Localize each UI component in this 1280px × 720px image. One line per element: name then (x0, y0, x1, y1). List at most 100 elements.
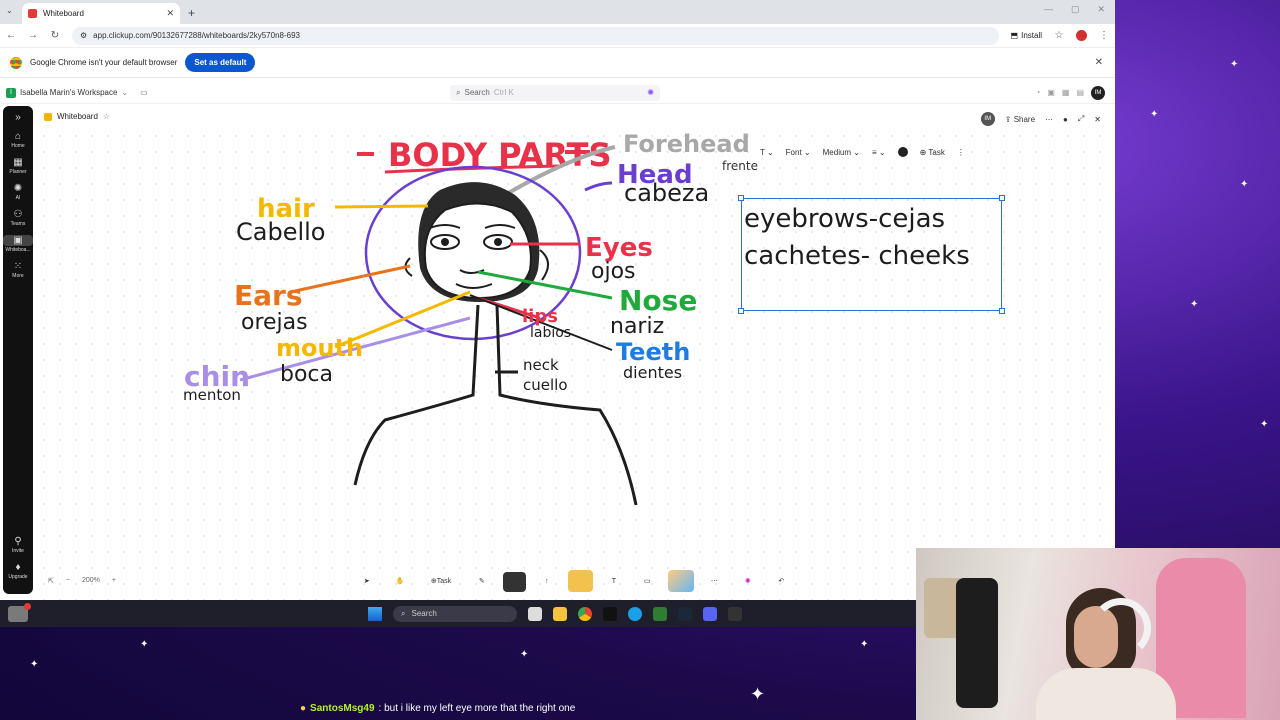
expand-icon[interactable]: ⤢ (1078, 114, 1084, 124)
resize-handle[interactable] (999, 308, 1005, 314)
font-dropdown[interactable]: Font ⌄ (786, 148, 811, 157)
tab-whiteboard[interactable]: Whiteboard ✕ (22, 3, 180, 24)
rail-label: Whiteboa... (5, 247, 31, 253)
sticky-note-tool-icon[interactable] (567, 570, 594, 592)
star-icon: ✦ (1230, 59, 1239, 70)
chat-message: : but i like my left eye more that the r… (378, 703, 576, 714)
xbox-icon[interactable] (653, 606, 667, 621)
chat-badge-icon: ● (300, 703, 307, 714)
hand-tool-icon[interactable]: ✋ (387, 570, 412, 592)
whiteboard-toolbar: ➤ ✋ ⊕ Task ✎ ↑ T ▭ ⋯ ✺ ↶ (348, 563, 800, 595)
undo-icon[interactable]: ↶ (769, 570, 794, 592)
zoom-level[interactable]: 200% (82, 577, 100, 585)
selected-text-box[interactable]: eyebrows-cejas cachetes- cheeks (738, 195, 1005, 314)
install-button[interactable]: ⬒ Install (1011, 31, 1042, 40)
workspace-switcher[interactable]: Isabella Marin's Workspace (20, 88, 117, 97)
app-icon[interactable] (603, 606, 617, 621)
site-info-icon[interactable]: ⚙ (80, 31, 87, 40)
text-type-icon[interactable]: T ⌄ (760, 148, 774, 157)
apps-icon[interactable]: ▤ (1076, 88, 1084, 97)
new-tab-icon[interactable]: + (188, 6, 195, 20)
maximize-icon[interactable]: ▢ (1071, 4, 1080, 15)
calendar-icon[interactable]: ▭ (140, 88, 148, 97)
bookmark-star-icon[interactable]: ☆ (1054, 30, 1064, 41)
ai-tool-icon[interactable]: ✺ (735, 570, 760, 592)
taskbar-search[interactable]: ⌕ Search (393, 605, 517, 622)
text-tool-icon[interactable]: T (601, 570, 626, 592)
image-tool-icon[interactable] (668, 570, 694, 592)
rail-label: Home (11, 143, 25, 149)
favorite-star-icon[interactable]: ☆ (103, 112, 110, 121)
collaborator-avatar[interactable]: IM (980, 112, 995, 126)
fit-icon[interactable]: ⇱ (48, 577, 54, 585)
connector-tool-icon[interactable]: ⋯ (702, 570, 727, 592)
grid-icon[interactable]: ▦ (1062, 88, 1070, 97)
rail-item-whiteboard[interactable]: ▣ Whiteboa... (3, 235, 33, 253)
reload-icon[interactable]: ↻ (50, 30, 60, 41)
shape-tool-icon[interactable] (502, 572, 527, 592)
widgets-icon[interactable] (8, 602, 31, 622)
chrome-icon[interactable] (578, 606, 592, 621)
close-window-icon[interactable]: ✕ (1097, 4, 1105, 15)
profile-avatar[interactable] (1076, 30, 1087, 41)
rail-item-teams[interactable]: ⚇ Teams (3, 209, 33, 227)
size-dropdown[interactable]: Medium ⌄ (823, 148, 860, 157)
taskbar-apps: ⌕ Search (368, 605, 742, 622)
rail-item-planner[interactable]: ▦ Planner (3, 157, 33, 175)
user-avatar[interactable]: IM (1091, 85, 1105, 100)
url-field[interactable]: ⚙ app.clickup.com/90132677288/whiteboard… (72, 26, 999, 45)
star-icon: ✦ (520, 649, 529, 660)
rail-item-home[interactable]: ⌂ Home (3, 131, 33, 149)
minimize-icon[interactable]: — (1044, 4, 1053, 15)
arrow-tool-icon[interactable]: ↑ (534, 570, 559, 592)
task-tool[interactable]: ⊕ Task (421, 570, 461, 592)
forward-icon[interactable]: → (28, 30, 38, 41)
ai-sparkle-icon[interactable]: ✺ (647, 88, 654, 97)
back-icon[interactable]: ← (6, 30, 16, 41)
edge-icon[interactable] (628, 606, 642, 621)
webcam-overlay (916, 548, 1280, 720)
more-dots-icon[interactable]: ⋯ (1045, 115, 1053, 124)
file-icon[interactable] (528, 606, 542, 621)
steam-icon[interactable] (678, 606, 692, 621)
pen-tool-icon[interactable]: ✎ (469, 570, 494, 592)
zoom-in-icon[interactable]: + (112, 577, 116, 585)
file-explorer-icon[interactable] (553, 606, 567, 621)
more-dots-icon[interactable]: ⋮ (957, 148, 965, 157)
close-icon[interactable]: ✕ (1094, 115, 1101, 124)
clickup-favicon-icon (28, 9, 37, 18)
user-avatar[interactable]: ● (1063, 115, 1068, 124)
expand-sidebar-button[interactable]: » (3, 112, 33, 123)
resize-handle[interactable] (999, 195, 1005, 201)
page-title: Whiteboard (57, 112, 98, 121)
windows-start-icon[interactable] (368, 606, 382, 621)
close-icon[interactable]: ✕ (166, 8, 174, 19)
set-default-button[interactable]: Set as default (185, 53, 256, 72)
resize-handle[interactable] (738, 308, 744, 314)
share-button[interactable]: ⇪ Share (1005, 115, 1035, 124)
bell-icon[interactable]: ◔ (1035, 88, 1040, 97)
rail-item-upgrade[interactable]: ♦ Upgrade (3, 562, 33, 580)
star-icon: ✦ (750, 684, 766, 704)
rail-item-invite[interactable]: ⚲ Invite (3, 536, 33, 554)
zoom-out-icon[interactable]: − (66, 577, 70, 585)
menu-dots-icon[interactable]: ⋮ (1099, 30, 1109, 41)
text-color-picker[interactable] (897, 147, 908, 157)
search-icon: ⌕ (401, 608, 406, 618)
doc-tool-icon[interactable]: ▭ (635, 570, 660, 592)
tab-list-icon[interactable]: ⌄ (6, 6, 13, 15)
discord-icon[interactable] (703, 606, 717, 621)
task-button[interactable]: ⊕ Task (920, 148, 945, 157)
chevron-down-icon[interactable]: ⌄ (121, 88, 128, 97)
align-icon[interactable]: ≡ ⌄ (872, 148, 886, 157)
rail-item-ai[interactable]: ✺ AI (3, 183, 33, 201)
rail-item-more[interactable]: ⁙ More (3, 261, 33, 279)
epic-games-icon[interactable] (728, 606, 742, 621)
close-icon[interactable]: ✕ (1095, 57, 1103, 68)
select-tool-icon[interactable]: ➤ (354, 570, 379, 592)
app-search-input[interactable]: ⌕ Search Ctrl K ✺ (450, 84, 660, 101)
rail-label: Planner (9, 169, 27, 175)
tab-title: Whiteboard (43, 9, 84, 18)
resize-handle[interactable] (738, 195, 744, 201)
inbox-icon[interactable]: ▣ (1047, 88, 1055, 97)
